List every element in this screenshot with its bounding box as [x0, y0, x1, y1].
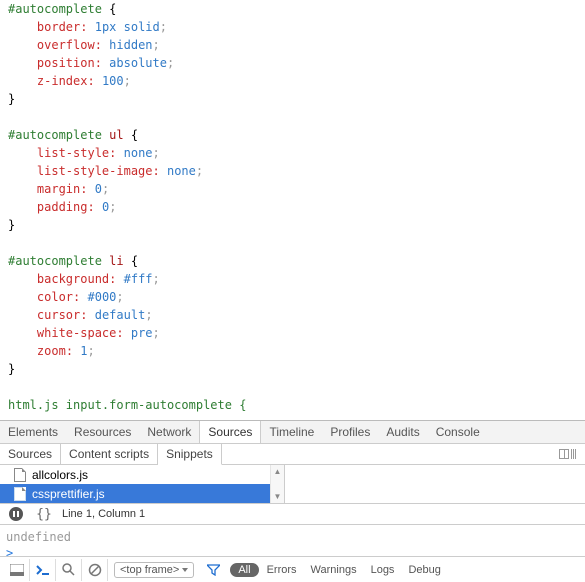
file-name: allcolors.js [32, 468, 88, 482]
main-tab-sources[interactable]: Sources [199, 421, 261, 443]
main-tab-elements[interactable]: Elements [0, 421, 66, 443]
sources-subtabs: SourcesContent scriptsSnippets [0, 444, 585, 465]
subtab-sources[interactable]: Sources [0, 444, 61, 465]
frame-selector[interactable]: <top frame> [114, 562, 194, 578]
main-tab-resources[interactable]: Resources [66, 421, 139, 443]
file-name: cssprettifier.js [32, 487, 105, 501]
filter-logs[interactable]: Logs [371, 564, 395, 576]
frame-label: <top frame> [120, 564, 179, 576]
main-tab-network[interactable]: Network [139, 421, 199, 443]
subtab-snippets[interactable]: Snippets [158, 444, 222, 465]
chevron-down-icon [182, 568, 188, 572]
clear-console-icon[interactable] [82, 559, 108, 581]
dock-icon[interactable] [4, 559, 30, 581]
scrollbar[interactable]: ▲ ▼ [270, 465, 284, 503]
file-list: allcolors.js cssprettifier.js ▲ ▼ [0, 465, 285, 503]
main-tab-audits[interactable]: Audits [378, 421, 427, 443]
file-item[interactable]: allcolors.js [0, 465, 284, 484]
scroll-down-icon[interactable]: ▼ [271, 490, 284, 503]
subtab-content-scripts[interactable]: Content scripts [61, 444, 158, 465]
document-icon [14, 487, 26, 501]
main-tab-console[interactable]: Console [428, 421, 488, 443]
filter-errors[interactable]: Errors [267, 564, 297, 576]
main-tab-timeline[interactable]: Timeline [261, 421, 322, 443]
cursor-position: Line 1, Column 1 [62, 508, 145, 520]
document-icon [14, 468, 26, 482]
split-view-icon[interactable] [559, 449, 569, 459]
scroll-up-icon[interactable]: ▲ [271, 465, 284, 478]
pause-button[interactable] [6, 504, 26, 524]
sidebar-toggle-icon[interactable] [571, 449, 581, 459]
pretty-print-button[interactable]: {} [34, 504, 54, 524]
file-item[interactable]: cssprettifier.js [0, 484, 284, 503]
code-editor: #autocomplete { border: 1px solid; overf… [0, 0, 585, 420]
filter-warnings[interactable]: Warnings [311, 564, 357, 576]
filter-icon[interactable] [200, 559, 226, 581]
filter-all-pill[interactable]: All [230, 563, 258, 577]
main-tab-profiles[interactable]: Profiles [322, 421, 378, 443]
bottom-toolbar: <top frame> All Errors Warnings Logs Debug [0, 556, 585, 582]
main-tabs: ElementsResourcesNetworkSourcesTimelineP… [0, 420, 585, 444]
editor-status-bar: {} Line 1, Column 1 [0, 504, 585, 525]
filter-debug[interactable]: Debug [408, 564, 440, 576]
console-result: undefined [6, 529, 579, 545]
console-toggle-icon[interactable] [30, 559, 56, 581]
search-icon[interactable] [56, 559, 82, 581]
editor-pane-placeholder [285, 465, 585, 503]
